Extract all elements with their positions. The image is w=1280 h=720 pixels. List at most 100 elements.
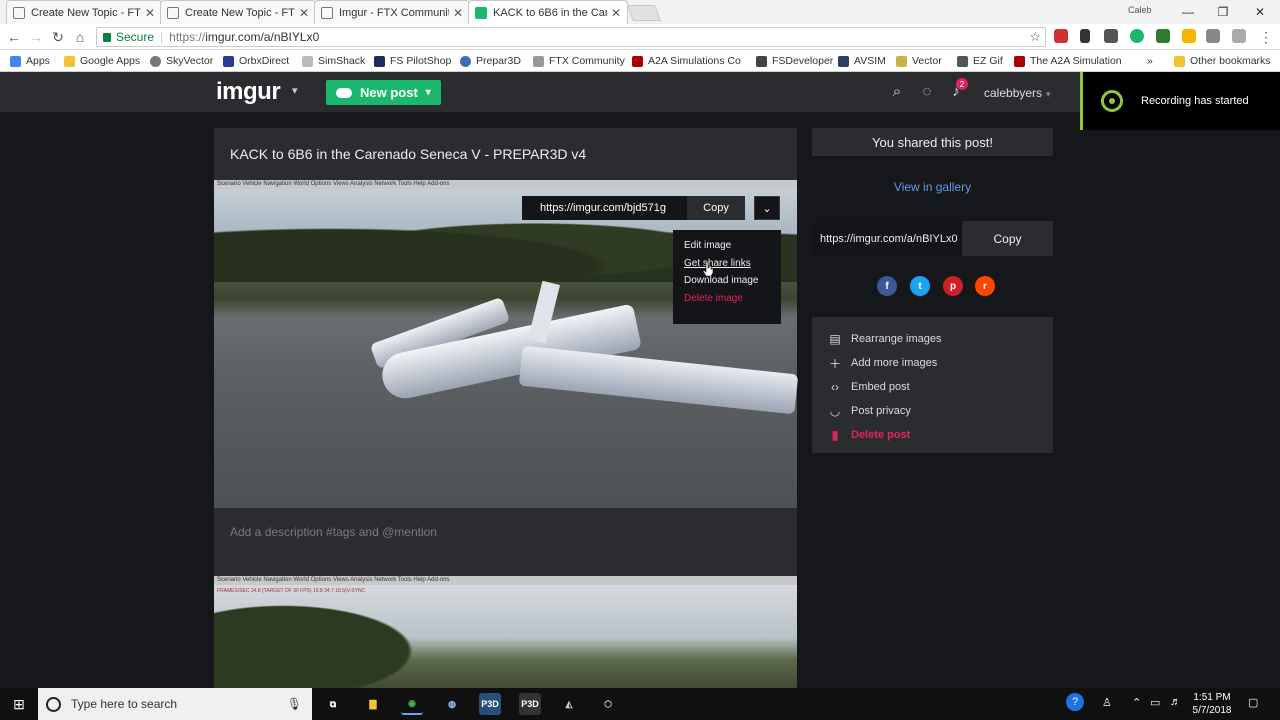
task-view-icon[interactable]: ⧉ — [322, 693, 344, 715]
browser-tab-3[interactable]: Imgur - FTX Community ✕ — [314, 0, 470, 24]
volume-icon[interactable]: ♬ — [1170, 696, 1181, 708]
p3d-icon-2[interactable]: P3D — [519, 693, 541, 715]
post-title[interactable]: KACK to 6B6 in the Carenado Seneca V - P… — [230, 146, 586, 162]
plus-icon: ＋ — [828, 356, 841, 371]
description-input[interactable]: Add a description #tags and @mention — [230, 525, 437, 539]
url-text: imgur.com/a/nBIYLx0 — [205, 30, 320, 44]
bookmark-skyvector[interactable]: SkyVector — [150, 53, 213, 69]
system-clock[interactable]: 1:51 PM 5/7/2018 — [1190, 691, 1234, 717]
menu-download-image[interactable]: Download image — [684, 275, 770, 293]
bookmarks-overflow[interactable]: » — [1147, 53, 1153, 69]
reload-icon[interactable]: ↻ — [48, 27, 68, 47]
extension-bw-icon[interactable] — [1156, 29, 1170, 43]
close-tab-icon[interactable]: ✕ — [611, 6, 621, 20]
embed-post-button[interactable]: ‹› Embed post — [812, 375, 1053, 399]
menu-delete-image[interactable]: Delete image — [684, 293, 770, 311]
bookmarks-bar: Apps Google Apps SkyVector OrbxDirect Si… — [0, 50, 1280, 72]
post-privacy-button[interactable]: ◡ Post privacy — [812, 399, 1053, 423]
bookmark-avsim[interactable]: AVSIM — [838, 53, 886, 69]
people-icon[interactable]: ♙ — [1102, 696, 1112, 709]
window-close-icon[interactable]: ✕ — [1242, 0, 1278, 24]
sim-menu-bar: Scenario Vehicle Navigation World Option… — [214, 576, 797, 585]
home-icon[interactable]: ⌂ — [70, 27, 90, 47]
close-tab-icon[interactable]: ✕ — [453, 6, 463, 20]
help-icon[interactable]: ? — [1066, 693, 1084, 711]
vector-icon — [896, 55, 907, 67]
reddit-icon[interactable]: r — [975, 276, 995, 296]
file-explorer-icon[interactable]: ▇ — [362, 693, 384, 715]
delete-post-button[interactable]: ▮ Delete post — [812, 423, 1053, 447]
forward-icon[interactable]: → — [26, 27, 46, 47]
bookmark-simshack[interactable]: SimShack — [302, 53, 365, 69]
maximize-icon[interactable]: ❐ — [1205, 0, 1241, 24]
p3d-icon[interactable]: P3D — [479, 693, 501, 715]
imgur-logo[interactable]: imgur — [216, 78, 281, 106]
chevron-down-icon: ▾ — [425, 87, 431, 98]
user-menu[interactable]: calebbyers ▾ — [984, 86, 1051, 100]
bookmark-fsdeveloper[interactable]: FSDeveloper — [756, 53, 833, 69]
tray-chevron-icon[interactable]: ⌃ — [1132, 696, 1141, 709]
rearrange-icon: ▤ — [829, 332, 841, 346]
new-tab-button[interactable] — [627, 5, 661, 21]
apps-grid-icon — [10, 55, 21, 67]
new-post-button[interactable]: New post ▾ — [326, 80, 441, 105]
bookmark-vector[interactable]: Vector — [896, 53, 942, 69]
search-icon[interactable]: ⌕ — [888, 82, 906, 100]
close-tab-icon[interactable]: ✕ — [299, 6, 309, 20]
adblock-icon[interactable] — [1054, 29, 1068, 43]
browser-tab-active[interactable]: KACK to 6B6 in the Caren ✕ — [468, 0, 628, 24]
bookmark-apps[interactable]: Apps — [10, 53, 50, 69]
view-in-gallery-link[interactable]: View in gallery — [812, 180, 1053, 194]
google-drive-icon[interactable] — [1182, 29, 1196, 43]
extension-icon[interactable] — [1104, 29, 1118, 43]
image-options-chevron-icon[interactable]: ⌄ — [754, 196, 780, 220]
rearrange-images-button[interactable]: ▤ Rearrange images — [812, 327, 1053, 351]
bookmark-orbxdirect[interactable]: OrbxDirect — [223, 53, 289, 69]
close-tab-icon[interactable]: ✕ — [145, 6, 155, 20]
add-more-images-button[interactable]: ＋ Add more images — [812, 351, 1053, 375]
menu-get-share-links[interactable]: Get share links — [684, 258, 770, 276]
chrome-icon[interactable]: ◉ — [401, 693, 423, 715]
download-icon[interactable] — [1080, 29, 1090, 43]
bookmark-star-icon[interactable]: ☆ — [1029, 29, 1041, 45]
microphone-icon[interactable]: 🎙 — [287, 697, 302, 711]
pinterest-icon[interactable]: p — [943, 276, 963, 296]
browser-tab-2[interactable]: Create New Topic - FTX C ✕ — [160, 0, 316, 24]
bookmark-other[interactable]: Other bookmarks — [1174, 53, 1271, 69]
bookmark-prepar3d[interactable]: Prepar3D — [460, 53, 521, 69]
network-icon[interactable]: ▭ — [1150, 696, 1160, 709]
chevron-down-icon[interactable]: ▾ — [292, 84, 298, 97]
a2a-icon[interactable]: ◭ — [558, 693, 580, 715]
action-center-icon[interactable]: ▢ — [1248, 696, 1258, 709]
fsdeveloper-icon — [756, 55, 767, 67]
image-share-url[interactable]: https://imgur.com/bjd571g — [522, 202, 687, 214]
minimize-icon[interactable]: — — [1170, 0, 1206, 24]
bookmark-ftx-community[interactable]: FTX Community — [533, 53, 625, 69]
post-image-2[interactable]: Scenario Vehicle Navigation World Option… — [214, 576, 797, 688]
bookmark-ezgif[interactable]: EZ Gif — [957, 53, 1003, 69]
windows-start-icon[interactable]: ⊞ — [0, 688, 38, 720]
menu-edit-image[interactable]: Edit image — [684, 240, 770, 258]
bookmark-a2a-sim[interactable]: The A2A Simulation — [1014, 53, 1122, 69]
bookmark-google-apps[interactable]: Google Apps — [64, 53, 140, 69]
url-input[interactable]: Secure | https://imgur.com/a/nBIYLx0 ☆ — [96, 27, 1046, 47]
taskbar-search-input[interactable]: Type here to search 🎙 — [38, 688, 312, 720]
twitter-icon[interactable]: t — [910, 276, 930, 296]
facebook-icon[interactable]: f — [877, 276, 897, 296]
extension-icon-3[interactable] — [1232, 29, 1246, 43]
extension-green-icon[interactable] — [1130, 29, 1144, 43]
extension-icon-2[interactable] — [1206, 29, 1220, 43]
messages-icon[interactable]: ◌ — [918, 82, 936, 100]
bookmark-fs-pilotshop[interactable]: FS PilotShop — [374, 53, 451, 69]
chrome-menu-icon[interactable]: ⋮ — [1256, 27, 1276, 47]
unity-icon[interactable]: ⬡ — [597, 693, 619, 715]
post-copy-button[interactable]: Copy — [962, 221, 1053, 256]
prepar3d-icon — [460, 55, 471, 67]
image-copy-button[interactable]: Copy — [687, 196, 745, 220]
back-icon[interactable]: ← — [4, 27, 24, 47]
bookmark-a2a[interactable]: A2A Simulations Co — [632, 53, 741, 69]
globe-app-icon[interactable]: ◍ — [441, 693, 463, 715]
browser-tab-1[interactable]: Create New Topic - FTX C ✕ — [6, 0, 162, 24]
post-share-url[interactable]: https://imgur.com/a/nBIYLx0 — [812, 221, 962, 256]
browser-profile-name[interactable]: Caleb — [1128, 5, 1152, 15]
